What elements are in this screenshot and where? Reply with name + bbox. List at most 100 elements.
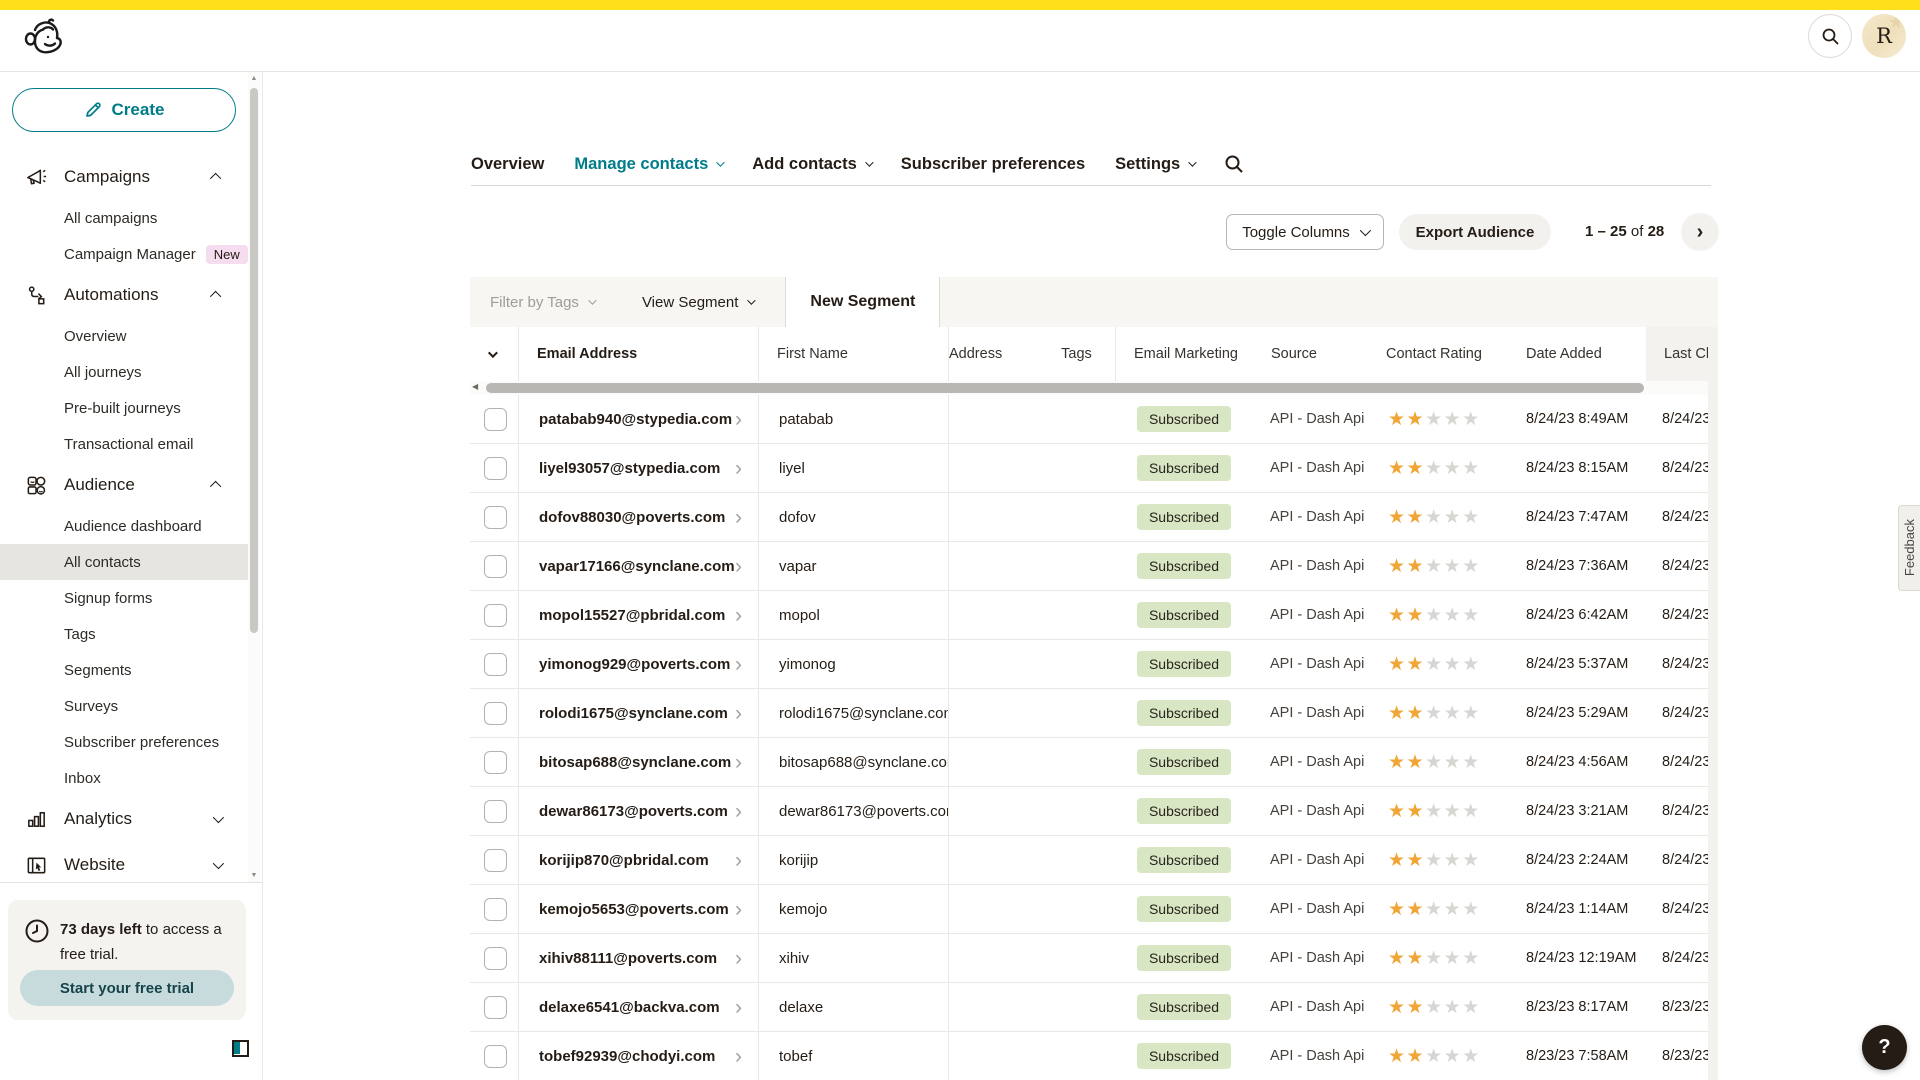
- row-chevron-right-icon[interactable]: ›: [735, 654, 742, 675]
- scroll-left-arrow-icon[interactable]: ◀: [472, 382, 478, 391]
- sidebar-section-campaigns[interactable]: Campaigns: [0, 154, 249, 200]
- row-checkbox[interactable]: [484, 849, 507, 872]
- col-header-email[interactable]: Email Address: [518, 327, 758, 381]
- row-chevron-right-icon[interactable]: ›: [735, 507, 742, 528]
- sidebar-collapse-toggle-icon[interactable]: [232, 1040, 249, 1057]
- row-checkbox[interactable]: [484, 408, 507, 431]
- contact-email[interactable]: dofov88030@poverts.com: [539, 509, 725, 526]
- sidebar-section-analytics[interactable]: Analytics: [0, 796, 249, 842]
- sidebar-item-all-campaigns[interactable]: All campaigns: [0, 200, 249, 236]
- sidebar-scrollbar-thumb[interactable]: [250, 88, 258, 633]
- create-button[interactable]: Create: [12, 88, 236, 132]
- table-horizontal-scrollbar[interactable]: ◀ ▶: [470, 381, 1718, 395]
- row-checkbox[interactable]: [484, 947, 507, 970]
- sidebar-item-surveys[interactable]: Surveys: [0, 688, 249, 724]
- row-checkbox[interactable]: [484, 996, 507, 1019]
- scroll-up-arrow-icon[interactable]: ▲: [248, 75, 260, 82]
- contact-email[interactable]: liyel93057@stypedia.com: [539, 460, 720, 477]
- sidebar-item-segments[interactable]: Segments: [0, 652, 249, 688]
- view-segment-dropdown[interactable]: View Segment: [622, 277, 773, 327]
- contact-email[interactable]: dewar86173@poverts.com: [539, 803, 728, 820]
- megaphone-icon: [24, 165, 48, 189]
- sidebar-section-audience[interactable]: Audience: [0, 462, 249, 508]
- toggle-columns-button[interactable]: Toggle Columns: [1226, 214, 1384, 250]
- row-checkbox[interactable]: [484, 898, 507, 921]
- contact-email[interactable]: vapar17166@synclane.com: [539, 558, 735, 575]
- row-chevron-right-icon[interactable]: ›: [735, 899, 742, 920]
- row-checkbox[interactable]: [484, 702, 507, 725]
- row-checkbox[interactable]: [484, 653, 507, 676]
- contact-email[interactable]: delaxe6541@backva.com: [539, 999, 720, 1016]
- tab-manage-contacts[interactable]: Manage contacts: [574, 155, 722, 174]
- col-header-address[interactable]: Address: [948, 327, 1038, 381]
- tabs-search-button[interactable]: [1224, 154, 1244, 174]
- contact-email[interactable]: patabab940@stypedia.com: [539, 411, 732, 428]
- row-chevron-right-icon[interactable]: ›: [735, 458, 742, 479]
- contact-email[interactable]: mopol15527@pbridal.com: [539, 607, 725, 624]
- sidebar-section-automations[interactable]: Automations: [0, 272, 249, 318]
- col-header-email-marketing[interactable]: Email Marketing: [1115, 327, 1253, 381]
- col-header-contact-rating[interactable]: Contact Rating: [1368, 346, 1508, 362]
- star-empty-icon: ★: [1425, 800, 1444, 823]
- sidebar-item-audience-dashboard[interactable]: Audience dashboard: [0, 508, 249, 544]
- contact-email[interactable]: bitosap688@synclane.com: [539, 754, 731, 771]
- tab-add-contacts[interactable]: Add contacts: [752, 155, 871, 174]
- mailchimp-logo-icon[interactable]: [22, 16, 68, 62]
- row-chevron-right-icon[interactable]: ›: [735, 1046, 742, 1067]
- row-chevron-right-icon[interactable]: ›: [735, 801, 742, 822]
- row-chevron-right-icon[interactable]: ›: [735, 997, 742, 1018]
- tab-subscriber-preferences[interactable]: Subscriber preferences: [901, 155, 1085, 174]
- row-chevron-right-icon[interactable]: ›: [735, 752, 742, 773]
- sidebar-item-campaign-manager[interactable]: Campaign Manager New: [0, 236, 249, 272]
- feedback-tab[interactable]: Feedback: [1898, 505, 1920, 591]
- row-checkbox[interactable]: [484, 506, 507, 529]
- start-free-trial-button[interactable]: Start your free trial: [20, 970, 234, 1006]
- row-chevron-right-icon[interactable]: ›: [735, 605, 742, 626]
- row-chevron-right-icon[interactable]: ›: [735, 556, 742, 577]
- row-checkbox[interactable]: [484, 604, 507, 627]
- sidebar-item-tags[interactable]: Tags: [0, 616, 249, 652]
- new-segment-button[interactable]: New Segment: [785, 277, 940, 327]
- col-header-first-name[interactable]: First Name: [758, 327, 948, 381]
- col-header-source[interactable]: Source: [1253, 346, 1368, 362]
- tab-overview[interactable]: Overview: [471, 155, 544, 174]
- sidebar-item-prebuilt-journeys[interactable]: Pre-built journeys: [0, 390, 249, 426]
- export-audience-button[interactable]: Export Audience: [1399, 214, 1551, 250]
- contact-address: [948, 640, 1038, 688]
- row-chevron-right-icon[interactable]: ›: [735, 948, 742, 969]
- contact-email[interactable]: xihiv88111@poverts.com: [539, 950, 717, 967]
- tab-settings[interactable]: Settings: [1115, 155, 1194, 174]
- sidebar-item-all-contacts[interactable]: All contacts: [0, 544, 249, 580]
- col-header-tags[interactable]: Tags: [1038, 346, 1115, 362]
- sidebar-item-signup-forms[interactable]: Signup forms: [0, 580, 249, 616]
- row-checkbox[interactable]: [484, 555, 507, 578]
- sidebar-scrollbar[interactable]: ▲ ▼: [248, 72, 260, 882]
- next-page-button[interactable]: ›: [1681, 213, 1719, 251]
- filter-by-tags-dropdown[interactable]: Filter by Tags: [470, 277, 614, 327]
- row-chevron-right-icon[interactable]: ›: [735, 703, 742, 724]
- row-checkbox[interactable]: [484, 1045, 507, 1068]
- help-button[interactable]: ?: [1862, 1025, 1907, 1070]
- contact-email[interactable]: korijip870@pbridal.com: [539, 852, 709, 869]
- star-filled-icon: ★: [1407, 800, 1426, 823]
- sidebar-item-subscriber-preferences[interactable]: Subscriber preferences: [0, 724, 249, 760]
- scroll-down-arrow-icon[interactable]: ▼: [248, 872, 260, 879]
- row-checkbox[interactable]: [484, 457, 507, 480]
- contact-email[interactable]: rolodi1675@synclane.com: [539, 705, 728, 722]
- topbar-search-button[interactable]: [1808, 14, 1852, 58]
- contact-email[interactable]: yimonog929@poverts.com: [539, 656, 730, 673]
- row-checkbox[interactable]: [484, 751, 507, 774]
- contact-email[interactable]: tobef92939@chodyi.com: [539, 1048, 715, 1065]
- account-avatar[interactable]: R: [1862, 14, 1906, 58]
- contact-email[interactable]: kemojo5653@poverts.com: [539, 901, 729, 918]
- sidebar-item-transactional-email[interactable]: Transactional email: [0, 426, 249, 462]
- sidebar-item-inbox[interactable]: Inbox: [0, 760, 249, 796]
- row-checkbox[interactable]: [484, 800, 507, 823]
- row-chevron-right-icon[interactable]: ›: [735, 409, 742, 430]
- col-header-date-added[interactable]: Date Added: [1508, 346, 1646, 362]
- sidebar-item-automations-overview[interactable]: Overview: [0, 318, 249, 354]
- horizontal-scrollbar-thumb[interactable]: [486, 383, 1644, 393]
- row-chevron-right-icon[interactable]: ›: [735, 850, 742, 871]
- select-all-dropdown[interactable]: [470, 346, 518, 362]
- sidebar-item-all-journeys[interactable]: All journeys: [0, 354, 249, 390]
